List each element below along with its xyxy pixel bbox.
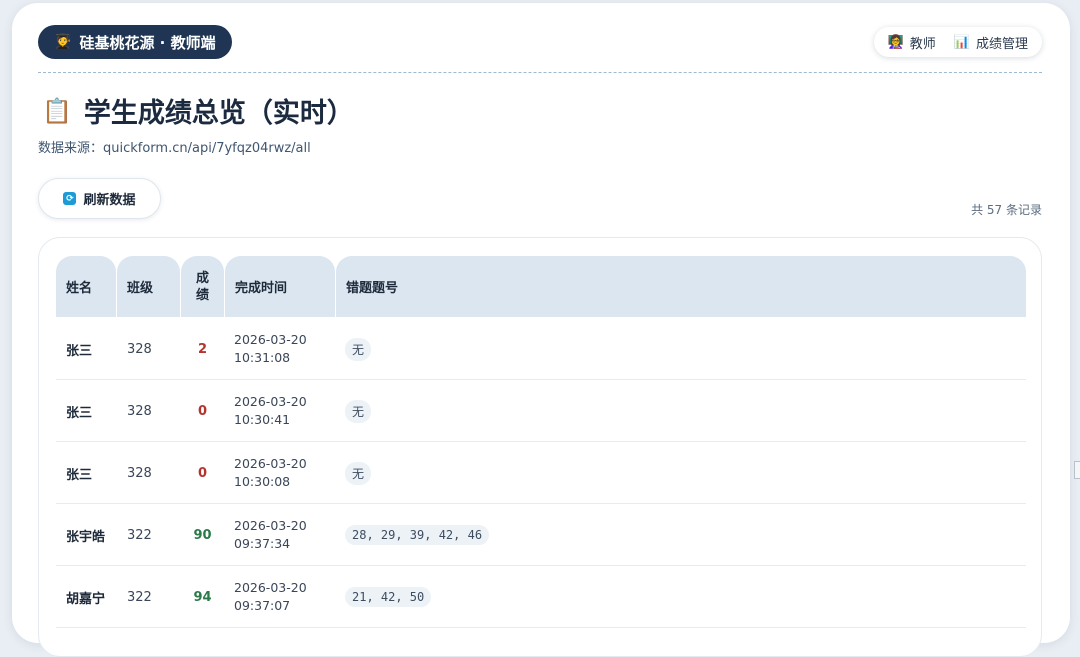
- table-row[interactable]: 张三 328 2 2026-03-20 10:31:08 无: [56, 318, 1026, 380]
- cell-score: 90: [193, 527, 212, 543]
- refresh-button[interactable]: ⟳ 刷新数据: [38, 178, 161, 219]
- cell-time: 2026-03-20 09:37:34: [234, 504, 307, 566]
- column-header-score[interactable]: 成 绩: [181, 256, 224, 317]
- scores-table: 姓名 班级 成 绩 完成时间 错题题号 张三 328 2 2026-03-20 …: [38, 237, 1042, 657]
- cell-time: 2026-03-20 10:31:08: [234, 318, 307, 380]
- table-header: 姓名 班级 成 绩 完成时间 错题题号: [56, 256, 1026, 317]
- cell-class: 322: [127, 527, 152, 543]
- cell-time: 2026-03-20 10:30:41: [234, 380, 307, 442]
- cell-score: 0: [197, 465, 208, 481]
- cell-clock: 10:30:41: [234, 412, 291, 427]
- page-title: 📋 学生成绩总览（实时）: [42, 91, 354, 130]
- table-row[interactable]: 胡嘉宁 322 94 2026-03-20 09:37:07 21, 42, 5…: [56, 566, 1026, 628]
- record-count: 共 57 条记录: [971, 203, 1042, 217]
- cell-wrong: 21, 42, 50: [345, 566, 432, 628]
- cell-class: 322: [127, 589, 152, 605]
- cell-name: 张宇皓: [66, 529, 106, 545]
- cell-date: 2026-03-20: [234, 518, 307, 533]
- brand-badge[interactable]: 🧑‍🎓 硅基桃花源 · 教师端: [38, 25, 232, 59]
- teacher-icon: 👩‍🏫: [887, 34, 904, 50]
- cell-date: 2026-03-20: [234, 456, 307, 471]
- wrong-tag: 无: [345, 337, 372, 361]
- cell-class: 328: [127, 403, 152, 419]
- cell-wrong: 无: [345, 442, 372, 504]
- cell-name: 张三: [66, 343, 93, 359]
- header-divider: [38, 72, 1042, 73]
- cell-wrong: 28, 29, 39, 42, 46: [345, 504, 490, 566]
- clipboard-icon: 📋: [42, 96, 72, 125]
- graduate-icon: 🧑‍🎓: [54, 34, 72, 50]
- nav-item-teacher[interactable]: 👩‍🏫 教师: [888, 33, 936, 52]
- refresh-button-label: 刷新数据: [83, 193, 136, 208]
- table-row[interactable]: 张三 328 0 2026-03-20 10:30:41 无: [56, 380, 1026, 442]
- cell-clock: 09:37:34: [234, 536, 291, 551]
- column-header-time[interactable]: 完成时间: [225, 256, 335, 317]
- cell-clock: 10:31:08: [234, 350, 291, 365]
- cell-date: 2026-03-20: [234, 332, 307, 347]
- refresh-icon: ⟳: [63, 192, 77, 205]
- wrong-tag: 无: [345, 399, 372, 423]
- data-source: 数据来源：quickform.cn/api/7yfqz04rwz/all: [38, 141, 311, 156]
- cell-wrong: 无: [345, 380, 372, 442]
- nav-item-grades[interactable]: 📊 成绩管理: [954, 33, 1028, 52]
- cell-name: 张三: [66, 405, 93, 421]
- nav-item-label: 成绩管理: [975, 36, 1028, 52]
- brand-title: 硅基桃花源 · 教师端: [79, 33, 216, 52]
- cell-name: 张三: [66, 467, 93, 483]
- cell-score: 0: [197, 403, 208, 419]
- cell-class: 328: [127, 341, 152, 357]
- bar-chart-icon: 📊: [953, 34, 970, 50]
- cell-time: 2026-03-20 09:37:07: [234, 566, 307, 628]
- cell-score: 2: [197, 341, 208, 357]
- wrong-tag: 无: [345, 461, 372, 485]
- page-title-text: 学生成绩总览（实时）: [83, 98, 354, 129]
- cell-class: 328: [127, 465, 152, 481]
- table-row[interactable]: 张三 328 0 2026-03-20 10:30:08 无: [56, 442, 1026, 504]
- main-card: 🧑‍🎓 硅基桃花源 · 教师端 👩‍🏫 教师 📊 成绩管理 📋 学生成绩总览（实…: [12, 3, 1070, 657]
- wrong-tag: 28, 29, 39, 42, 46: [345, 525, 490, 545]
- nav-item-label: 教师: [909, 36, 936, 52]
- column-header-wrong[interactable]: 错题题号: [336, 256, 1026, 317]
- scrollbar-handle[interactable]: [1074, 461, 1080, 479]
- wrong-tag: 21, 42, 50: [345, 587, 432, 607]
- cell-wrong: 无: [345, 318, 372, 380]
- cell-score: 94: [193, 589, 212, 605]
- top-nav: 👩‍🏫 教师 📊 成绩管理: [873, 27, 1042, 57]
- table-row[interactable]: 张宇皓 322 90 2026-03-20 09:37:34 28, 29, 3…: [56, 504, 1026, 566]
- column-header-name[interactable]: 姓名: [56, 256, 116, 317]
- cell-clock: 10:30:08: [234, 474, 291, 489]
- cell-clock: 09:37:07: [234, 598, 291, 613]
- cell-date: 2026-03-20: [234, 580, 307, 595]
- cell-name: 胡嘉宁: [66, 591, 106, 607]
- cell-date: 2026-03-20: [234, 394, 307, 409]
- column-header-class[interactable]: 班级: [117, 256, 180, 317]
- cell-time: 2026-03-20 10:30:08: [234, 442, 307, 504]
